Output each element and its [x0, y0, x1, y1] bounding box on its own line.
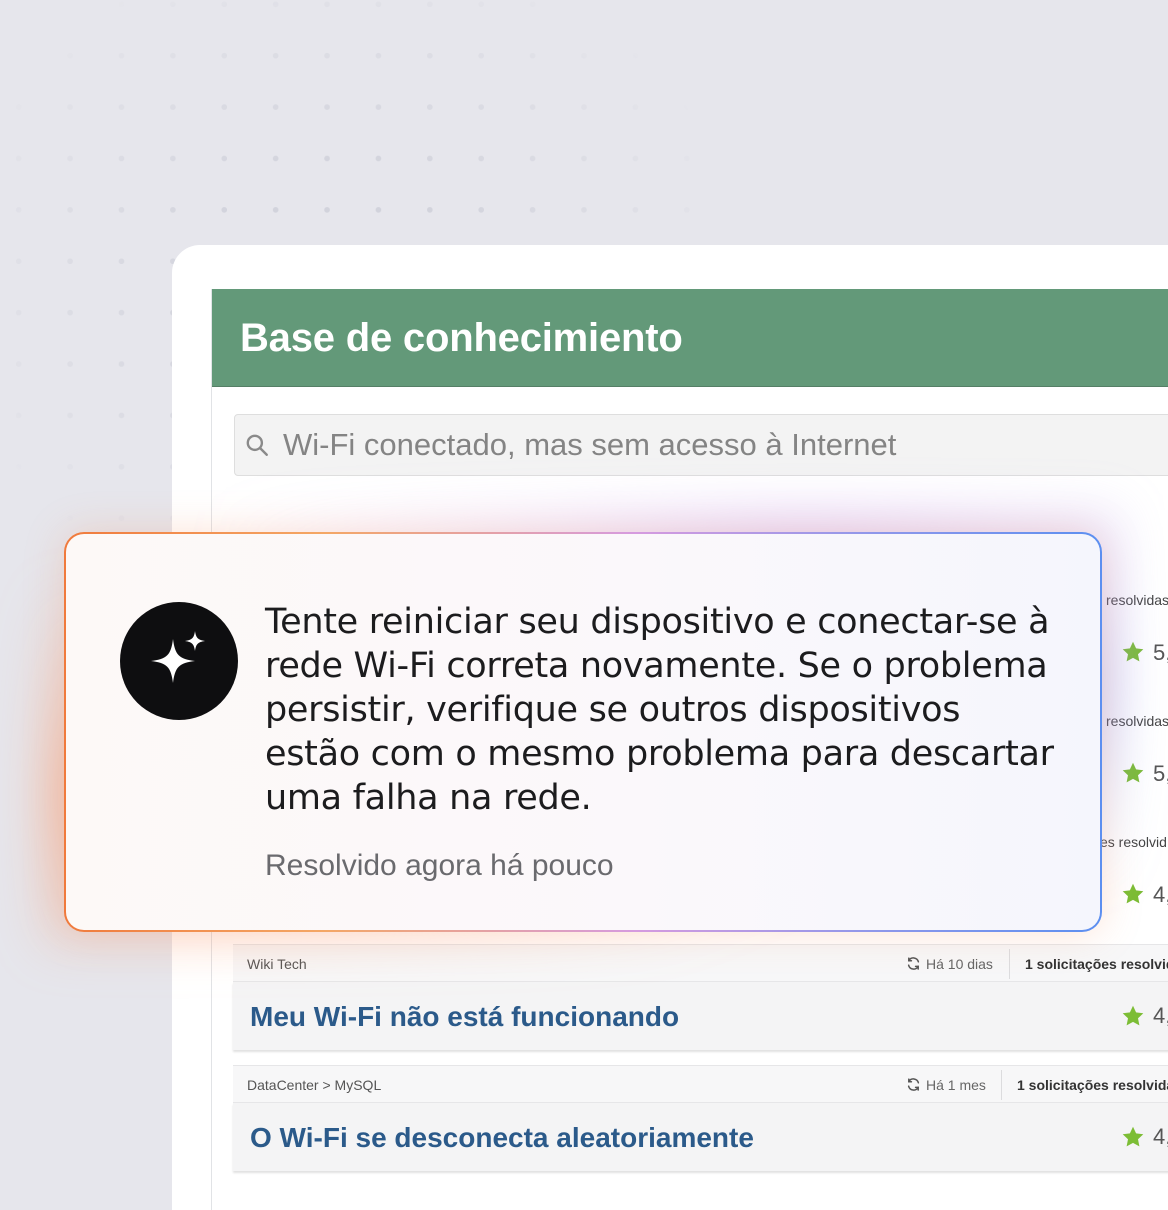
- article-meta-bar: DataCenter > MySQL Há 1 mes 1 solicitaçõ…: [233, 1065, 1168, 1103]
- star-icon: [1122, 1005, 1144, 1026]
- article-category: Wiki Tech: [247, 956, 307, 972]
- star-icon: [1122, 762, 1144, 783]
- article-rating: 4,: [1153, 1003, 1168, 1028]
- article-category: DataCenter > MySQL: [247, 1077, 382, 1093]
- article-solved-count: 1 solicitações resolvidas: [1017, 1077, 1168, 1093]
- search-bar[interactable]: [234, 414, 1168, 476]
- page-title: Base de conhecimiento: [240, 316, 683, 360]
- star-icon: [1122, 883, 1144, 904]
- meta-divider: [1009, 949, 1010, 979]
- search-input[interactable]: [283, 415, 1163, 475]
- star-icon: [1122, 641, 1144, 662]
- refresh-icon: [907, 957, 920, 970]
- article-title-link[interactable]: Meu Wi-Fi não está funcionando: [250, 1001, 679, 1033]
- page-header: Base de conhecimiento: [212, 289, 1168, 387]
- article-title-link[interactable]: O Wi-Fi se desconecta aleatoriamente: [250, 1122, 754, 1154]
- article-body: Meu Wi-Fi não está funcionando 4,: [233, 982, 1168, 1050]
- article-updated: Há 1 mes: [906, 1077, 986, 1093]
- article-updated: Há 10 dias: [906, 956, 993, 972]
- article-solved-count: 1 solicitações resolvid: [1025, 956, 1168, 972]
- article-rating: 4,: [1153, 1124, 1168, 1149]
- rating-peek: 4,: [1153, 882, 1168, 907]
- star-icon: [1122, 1126, 1144, 1147]
- ai-answer-card: Tente reiniciar seu dispositivo e conect…: [64, 532, 1102, 932]
- ai-answer-text: Tente reiniciar seu dispositivo e conect…: [265, 602, 1054, 818]
- article-body: O Wi-Fi se desconecta aleatoriamente 4,: [233, 1103, 1168, 1171]
- ai-answer-card-body: Tente reiniciar seu dispositivo e conect…: [66, 534, 1100, 930]
- ai-answer-status: Resolvido agora há pouco: [265, 849, 614, 882]
- article-updated-label: Há 1 mes: [926, 1077, 986, 1093]
- ai-avatar: [120, 602, 238, 720]
- search-icon: [246, 434, 268, 456]
- sparkle-icon: [151, 631, 205, 683]
- article-updated-label: Há 10 dias: [926, 956, 993, 972]
- rating-peek: 5,: [1153, 640, 1168, 665]
- meta-divider: [1001, 1070, 1002, 1100]
- rating-peek: 5,: [1153, 761, 1168, 786]
- refresh-icon: [907, 1078, 920, 1091]
